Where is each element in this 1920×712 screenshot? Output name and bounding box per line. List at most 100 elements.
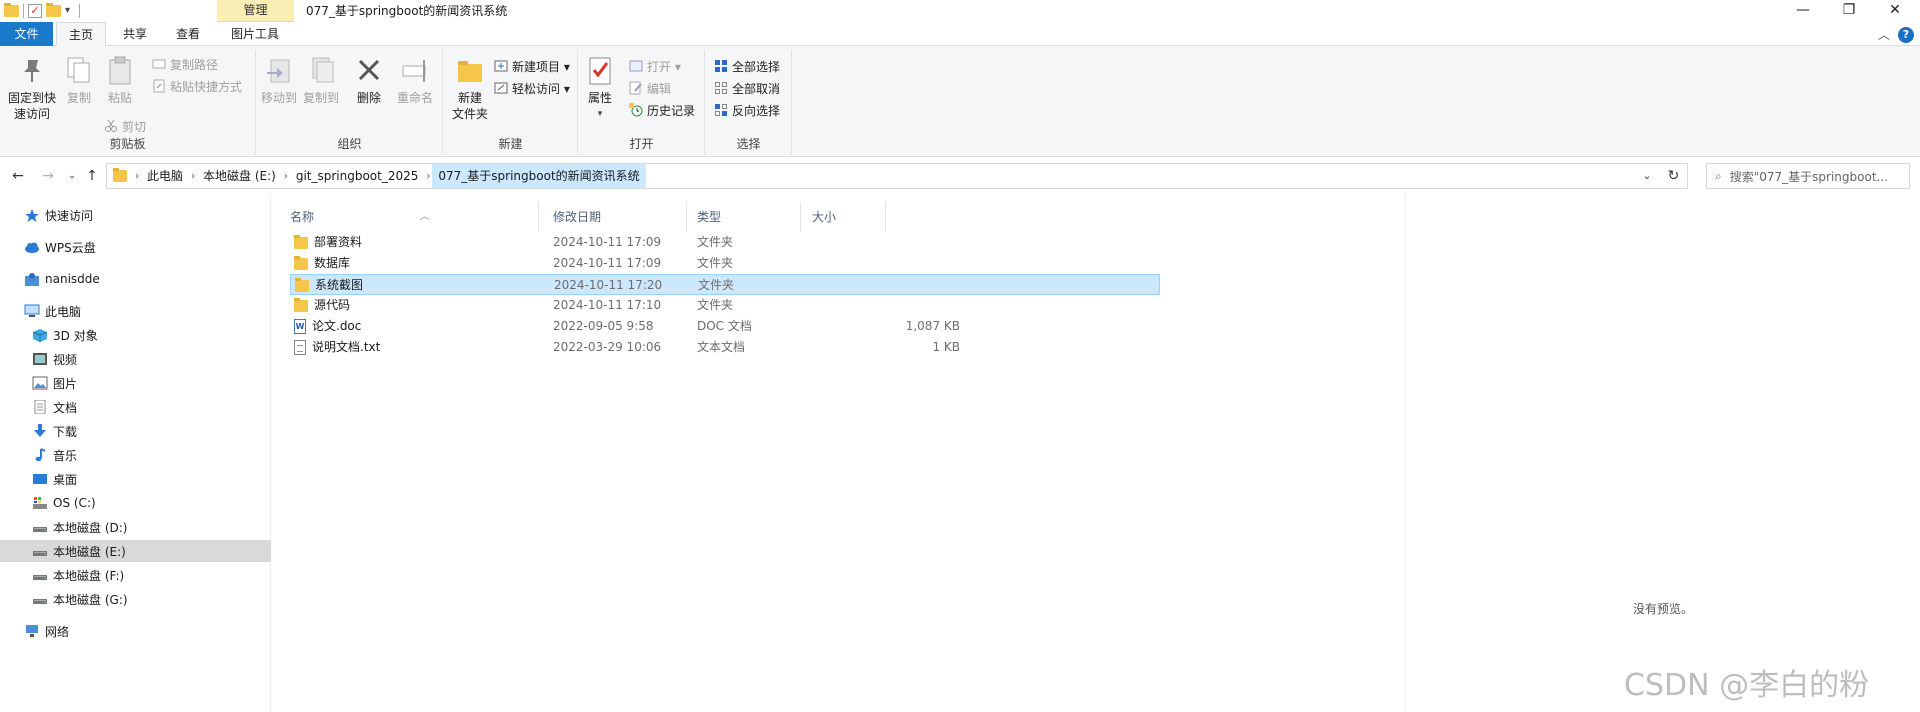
sidebar-item[interactable]: 本地磁盘 (E:) — [0, 540, 271, 562]
cut-button[interactable]: 剪切 — [104, 116, 146, 136]
column-header-type[interactable]: 类型 — [691, 202, 801, 232]
folder-icon — [113, 168, 127, 182]
search-box[interactable]: ⌕ 搜索"077_基于springboot... — [1706, 163, 1910, 189]
folder-icon — [295, 277, 309, 292]
column-header-name[interactable]: 名称 ︿ — [284, 202, 539, 232]
history-button[interactable]: 历史记录 — [629, 100, 695, 120]
sidebar-item[interactable]: 本地磁盘 (D:) — [0, 516, 271, 538]
sidebar-item[interactable]: 此电脑 — [0, 300, 271, 322]
file-size: 1 KB — [932, 340, 960, 354]
pin-quick-access-button[interactable]: 固定到快 速访问 — [4, 52, 60, 122]
copy-to-button[interactable]: 复制到 — [301, 52, 341, 106]
tab-share[interactable]: 共享 — [112, 22, 158, 46]
video-icon — [32, 352, 48, 366]
breadcrumb-this-pc[interactable]: 此电脑 — [141, 164, 189, 188]
sidebar-item[interactable]: 视频 — [0, 348, 271, 370]
tab-picture-tools[interactable]: 图片工具 — [216, 22, 294, 46]
address-bar[interactable]: › 此电脑 › 本地磁盘 (E:) › git_springboot_2025 … — [106, 163, 1688, 189]
address-dropdown-icon[interactable]: ⌄ — [1635, 164, 1659, 188]
folder-icon — [4, 3, 19, 17]
up-arrow-icon[interactable]: ↑ — [82, 166, 102, 186]
move-to-button[interactable]: 移动到 — [259, 52, 299, 106]
breadcrumb-chevron-icon[interactable]: › — [133, 171, 141, 182]
back-arrow-icon[interactable]: ← — [8, 166, 28, 186]
breadcrumb-chevron-icon[interactable]: › — [189, 171, 197, 182]
txt-file-icon — [294, 340, 306, 355]
rename-button[interactable]: 重命名 — [393, 52, 437, 106]
sidebar-item[interactable]: 本地磁盘 (G:) — [0, 588, 271, 610]
file-type: 文件夹 — [697, 235, 734, 249]
new-item-button[interactable]: 新建项目 ▾ — [494, 56, 570, 76]
sidebar-item[interactable]: WPS云盘 — [0, 236, 271, 258]
tab-view[interactable]: 查看 — [166, 22, 210, 46]
sidebar-item[interactable]: 网络 — [0, 620, 271, 642]
file-row[interactable]: 数据库 2024-10-11 17:09 文件夹 — [290, 253, 1160, 274]
column-header-size[interactable]: 大小 — [806, 202, 886, 232]
properties-dropdown-icon[interactable]: ▾ — [583, 106, 617, 122]
breadcrumb-current-folder[interactable]: 077_基于springboot的新闻资讯系统 — [432, 164, 646, 188]
sidebar-item[interactable]: 图片 — [0, 372, 271, 394]
recent-locations-icon[interactable]: ⌄ — [62, 166, 82, 186]
copy-button[interactable]: 复制 — [62, 52, 96, 106]
organize-group: 移动到 复制到 删除 重命名 组织 — [257, 50, 443, 154]
tab-home[interactable]: 主页 — [56, 22, 106, 47]
file-row[interactable]: 说明文档.txt 2022-03-29 10:06 文本文档 1 KB — [290, 337, 1160, 358]
delete-x-icon — [353, 54, 385, 86]
sidebar-item-label: 本地磁盘 (E:) — [53, 544, 126, 559]
restore-button[interactable]: ❐ — [1826, 0, 1872, 22]
open-button[interactable]: 打开 ▾ — [629, 56, 681, 76]
tab-file[interactable]: 文件 — [0, 22, 53, 46]
refresh-icon[interactable]: ↻ — [1660, 163, 1688, 189]
separator — [79, 4, 80, 18]
sidebar-item[interactable]: 快速访问 — [0, 204, 271, 226]
copy-to-icon — [305, 54, 337, 86]
breadcrumb-chevron-icon[interactable]: › — [282, 171, 290, 182]
sidebar-item-label: 视频 — [53, 352, 78, 367]
file-row[interactable]: 部署资料 2024-10-11 17:09 文件夹 — [290, 232, 1160, 253]
close-button[interactable]: ✕ — [1872, 0, 1918, 22]
user-folder-icon — [24, 272, 40, 286]
column-header-date[interactable]: 修改日期 — [547, 202, 687, 232]
sidebar-item[interactable]: nanisdde — [0, 268, 271, 290]
manage-context-tab[interactable]: 管理 — [217, 0, 294, 22]
paste-button[interactable]: 粘贴 — [102, 52, 138, 106]
edit-button[interactable]: 编辑 — [629, 78, 671, 98]
breadcrumb-drive-e[interactable]: 本地磁盘 (E:) — [197, 164, 282, 188]
file-row[interactable]: 源代码 2024-10-11 17:10 文件夹 — [290, 295, 1160, 316]
file-size — [760, 295, 960, 316]
sidebar-item[interactable]: 桌面 — [0, 468, 271, 490]
file-date: 2024-10-11 17:09 — [553, 256, 662, 270]
paste-shortcut-button[interactable]: 粘贴快捷方式 — [152, 76, 242, 96]
sidebar-item[interactable]: 本地磁盘 (F:) — [0, 564, 271, 586]
sidebar-item[interactable]: 音乐 — [0, 444, 271, 466]
breadcrumb-git-springboot[interactable]: git_springboot_2025 — [290, 164, 425, 188]
collapse-ribbon-icon[interactable]: ︿ — [1878, 26, 1890, 43]
sidebar-item[interactable]: 下载 — [0, 420, 271, 442]
properties-check-icon[interactable]: ✓ — [28, 4, 42, 18]
select-none-button[interactable]: 全部取消 — [714, 78, 780, 98]
select-all-button[interactable]: 全部选择 — [714, 56, 780, 76]
file-row[interactable]: 系统截图 2024-10-11 17:20 文件夹 — [290, 274, 1160, 295]
breadcrumb-chevron-icon[interactable]: › — [424, 171, 432, 182]
minimize-button[interactable]: — — [1780, 0, 1826, 22]
easy-access-button[interactable]: 轻松访问 ▾ — [494, 78, 570, 98]
sidebar-item[interactable]: 3D 对象 — [0, 324, 271, 346]
sidebar-item-label: 网络 — [45, 624, 70, 639]
file-row[interactable]: W 论文.doc 2022-09-05 9:58 DOC 文档 1,087 KB — [290, 316, 1160, 337]
customize-toolbar-icon[interactable]: ▾ — [65, 5, 75, 17]
invert-selection-button[interactable]: 反向选择 — [714, 100, 780, 120]
copy-path-button[interactable]: 复制路径 — [152, 54, 218, 74]
folder-icon — [294, 255, 308, 270]
sidebar-item[interactable]: OS (C:) — [0, 492, 271, 514]
help-icon[interactable]: ? — [1898, 27, 1914, 43]
properties-button[interactable]: 属性 ▾ — [583, 52, 617, 122]
new-folder-icon[interactable] — [46, 3, 61, 17]
new-group: 新建 文件夹 新建项目 ▾ 轻松访问 ▾ 新建 — [444, 50, 578, 154]
delete-button[interactable]: 删除 — [353, 52, 385, 106]
forward-arrow-icon[interactable]: → — [38, 166, 58, 186]
new-folder-button[interactable]: 新建 文件夹 — [448, 52, 492, 122]
file-name-cell: 数据库 — [294, 253, 350, 274]
invert-selection-icon — [714, 103, 728, 117]
sidebar-item[interactable]: 文档 — [0, 396, 271, 418]
paste-shortcut-icon — [152, 79, 166, 93]
